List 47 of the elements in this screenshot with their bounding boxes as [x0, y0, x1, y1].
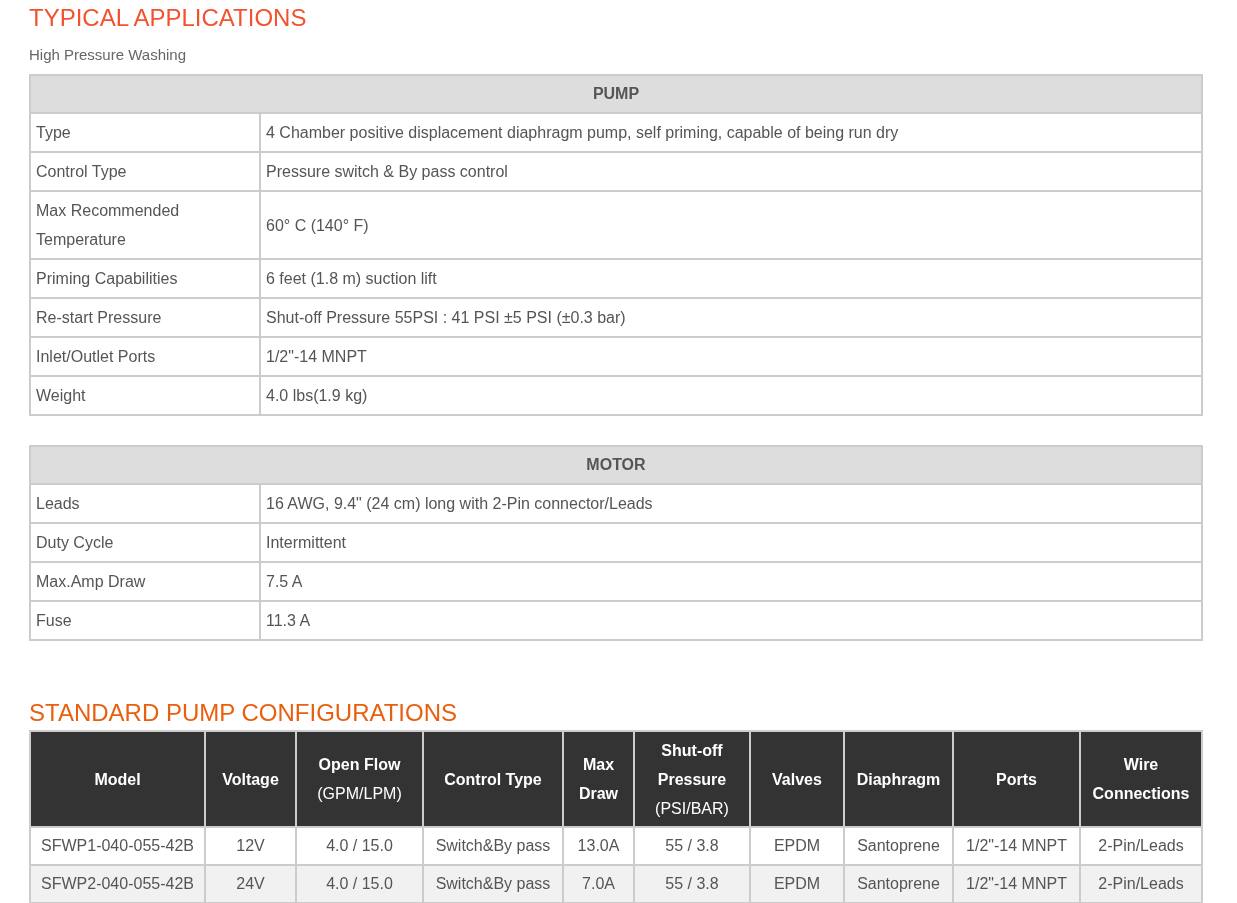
table-cell: 4.0 / 15.0: [296, 865, 423, 903]
table-cell: 55 / 3.8: [634, 865, 750, 903]
table-cell: Max Recommended Temperature: [30, 191, 260, 259]
table-cell: Intermittent: [260, 523, 1202, 562]
column-header: Max Draw: [563, 731, 634, 827]
column-header: Ports: [953, 731, 1080, 827]
table-cell: Control Type: [30, 152, 260, 191]
table-cell: Fuse: [30, 601, 260, 640]
table-cell: Inlet/Outlet Ports: [30, 337, 260, 376]
table-cell: Leads: [30, 484, 260, 523]
table-cell: 7.5 A: [260, 562, 1202, 601]
table-header: PUMP: [30, 75, 1202, 113]
table-cell: Weight: [30, 376, 260, 415]
column-header: Voltage: [205, 731, 296, 827]
table-cell: 24V: [205, 865, 296, 903]
column-header: Diaphragm: [844, 731, 953, 827]
table-cell: Shut-off Pressure 55PSI : 41 PSI ±5 PSI (±0.3 bar): [260, 298, 1202, 337]
table-cell: Max.Amp Draw: [30, 562, 260, 601]
section-heading: TYPICAL APPLICATIONS: [29, 4, 307, 32]
table-cell: SFWP2-040-055-42B: [30, 865, 205, 903]
table-cell: 4.0 lbs(1.9 kg): [260, 376, 1202, 415]
table-cell: Pressure switch & By pass control: [260, 152, 1202, 191]
section-heading: STANDARD PUMP CONFIGURATIONS: [29, 699, 458, 727]
column-header: Control Type: [423, 731, 563, 827]
table-cell: 1/2"-14 MNPT: [260, 337, 1202, 376]
table-cell: Priming Capabilities: [30, 259, 260, 298]
table-cell: 1/2"-14 MNPT: [953, 865, 1080, 903]
table-header: MOTOR: [30, 446, 1202, 484]
table-cell: 7.0A: [563, 865, 634, 903]
table-cell: 60° C (140° F): [260, 191, 1202, 259]
table-cell: 11.3 A: [260, 601, 1202, 640]
table-cell: 16 AWG, 9.4" (24 cm) long with 2-Pin connector/Leads: [260, 484, 1202, 523]
table-cell: Switch&By pass: [423, 865, 563, 903]
column-header: Model: [30, 731, 205, 827]
table-cell: Santoprene: [844, 865, 953, 903]
column-header: Open Flow (GPM/LPM): [296, 731, 423, 827]
table-cell: Duty Cycle: [30, 523, 260, 562]
table-cell: 2-Pin/Leads: [1080, 865, 1202, 903]
table-cell: 4 Chamber positive displacement diaphragm pump, self priming, capable of being run dry: [260, 113, 1202, 152]
table-cell: Re-start Pressure: [30, 298, 260, 337]
table-cell: 6 feet (1.8 m) suction lift: [260, 259, 1202, 298]
column-header: Shut-off Pressure (PSI/BAR): [634, 731, 750, 827]
table-cell: EPDM: [750, 865, 844, 903]
column-header: Wire Connections: [1080, 731, 1202, 827]
table-cell: Type: [30, 113, 260, 152]
application-text: High Pressure Washing: [29, 46, 186, 64]
column-header: Valves: [750, 731, 844, 827]
